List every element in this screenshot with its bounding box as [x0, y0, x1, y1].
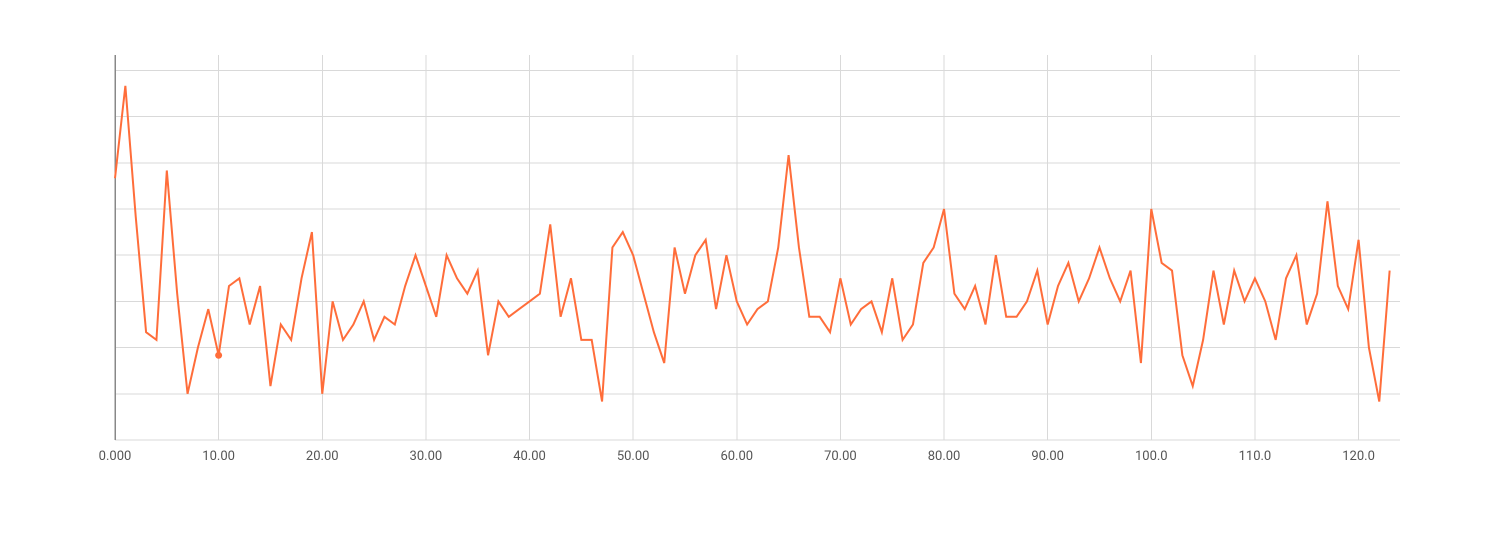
x-tick-label: 120.0 [1342, 449, 1375, 464]
x-tick-label: 90.00 [1031, 449, 1064, 464]
x-tick-label: 70.00 [824, 449, 857, 464]
x-tick-label: 20.00 [306, 449, 339, 464]
series-1-marker [215, 352, 222, 359]
x-tick-label: 100.0 [1135, 449, 1168, 464]
x-tick-label: 0.000 [99, 449, 132, 464]
x-tick-label: 110.0 [1239, 449, 1272, 464]
x-tick-label: 80.00 [928, 449, 961, 464]
series-1-line [115, 86, 1390, 402]
x-tick-label: 30.00 [410, 449, 443, 464]
x-tick-label: 50.00 [617, 449, 650, 464]
x-tick-label: 10.00 [202, 449, 235, 464]
x-tick-label: 40.00 [513, 449, 546, 464]
line-chart: 0.000 10.00 20.00 30.00 40.00 50.00 60.00 70.00… [0, 0, 1500, 550]
x-axis-tick-labels: 0.000 10.00 20.00 30.00 40.00 50.00 60.00 70.00… [99, 449, 1375, 464]
x-tick-label: 60.00 [720, 449, 753, 464]
chart-svg[interactable]: 0.000 10.00 20.00 30.00 40.00 50.00 60.00 70.00… [0, 0, 1500, 550]
